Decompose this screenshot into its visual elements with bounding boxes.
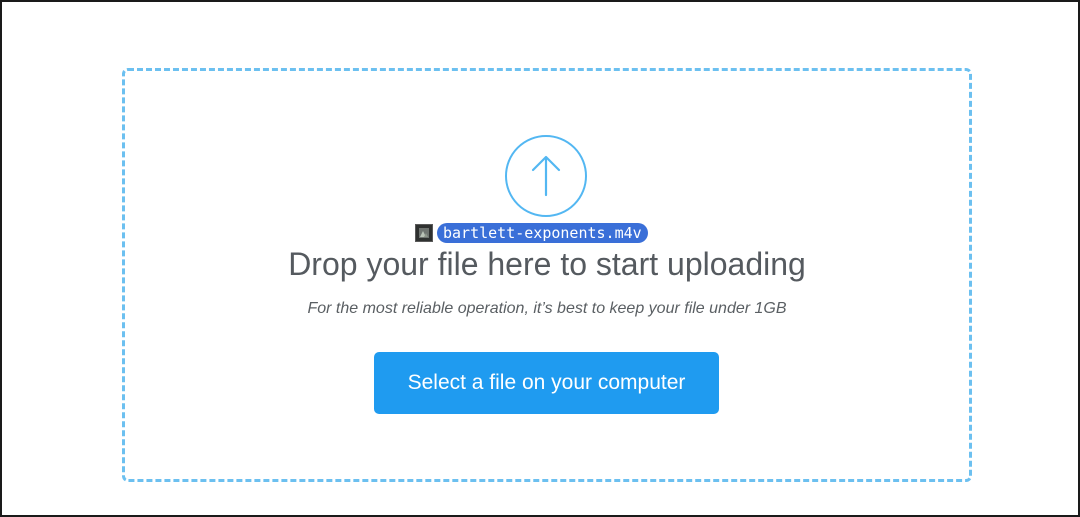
window-frame: bartlett-exponents.m4v Drop your file he… (0, 0, 1080, 517)
drop-headline: Drop your file here to start uploading (288, 246, 806, 282)
upload-arrow-icon (505, 135, 587, 217)
arrow-up-icon (531, 155, 561, 197)
dragged-file-preview: bartlett-exponents.m4v (415, 221, 648, 245)
video-file-icon (415, 224, 433, 242)
file-size-hint: For the most reliable operation, it’s be… (307, 300, 787, 317)
select-file-button[interactable]: Select a file on your computer (374, 352, 719, 414)
dragged-file-name: bartlett-exponents.m4v (437, 223, 648, 243)
